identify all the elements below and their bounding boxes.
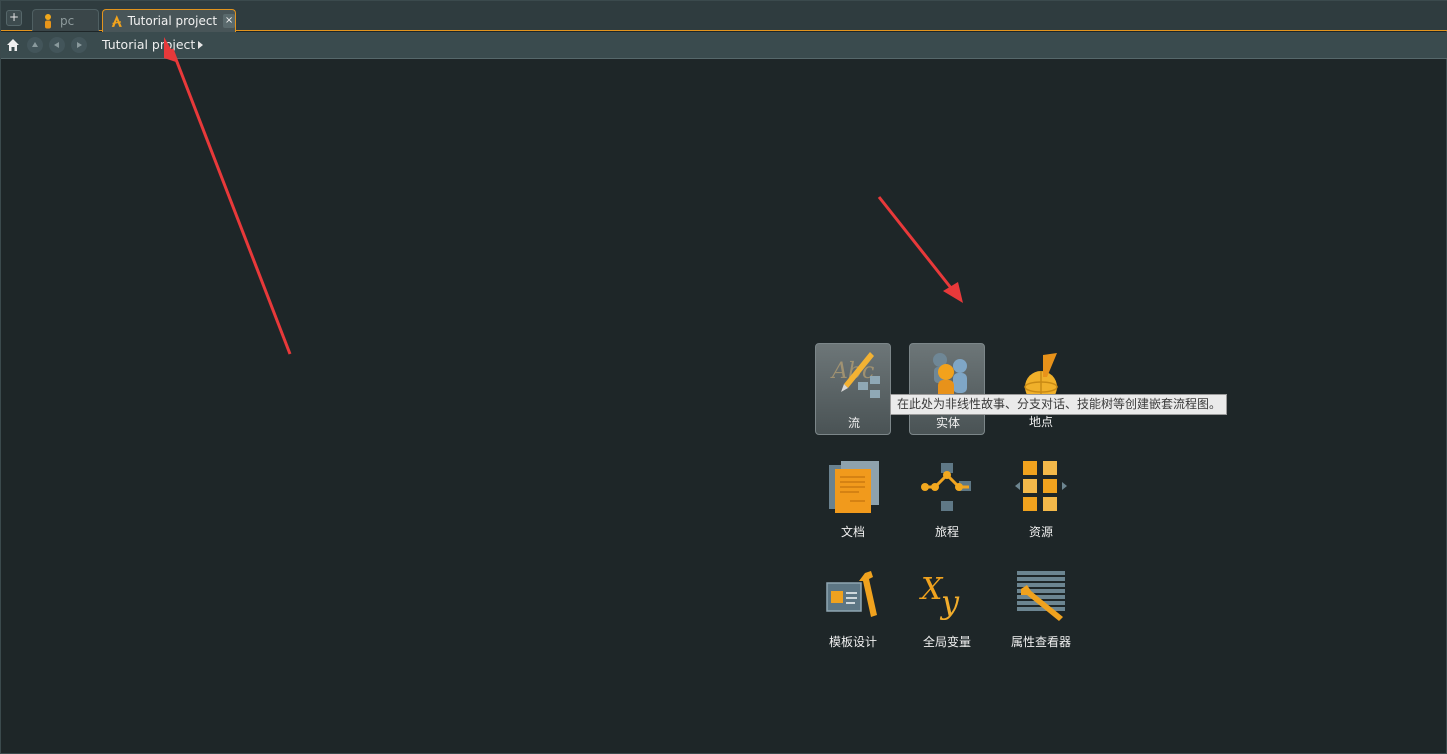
arrow-left-icon (54, 42, 59, 48)
annotation-arrow-to-tab (170, 48, 292, 355)
arrow-right-icon (77, 42, 82, 48)
launcher-item-label: 模板设计 (828, 635, 877, 649)
tab-label: pc (60, 13, 75, 28)
annotation-arrow-to-entities (877, 196, 957, 294)
launcher-item-documents[interactable]: 文档 (815, 453, 891, 545)
launcher-item-assets[interactable]: 资源 (1003, 453, 1079, 545)
add-tab-button[interactable]: + (6, 10, 22, 26)
launcher-item-journeys[interactable]: 旅程 (909, 453, 985, 545)
launcher-item-label: 流 (847, 416, 860, 430)
property-inspector-icon (1017, 571, 1065, 621)
arrow-up-icon (32, 42, 38, 47)
breadcrumb[interactable]: Tutorial project (102, 37, 195, 52)
navigate-up-button[interactable] (27, 37, 43, 53)
launcher-item-locations[interactable]: 地点 (1003, 343, 1079, 435)
launcher-item-flow[interactable]: Abc 流 (815, 343, 891, 435)
app-window: + pc Tutorial project × Tutorial project… (0, 0, 1447, 754)
home-icon (7, 39, 19, 51)
launcher-item-entities[interactable]: 实体 (909, 343, 985, 435)
journeys-icon (921, 463, 971, 511)
global-variables-icon: X y (919, 572, 960, 621)
navigation-toolbar: Tutorial project (1, 32, 1447, 59)
launcher-item-global-variables[interactable]: X y 全局变量 (909, 563, 985, 655)
launcher-item-label: 地点 (1028, 415, 1053, 429)
close-tab-button[interactable]: × (223, 14, 235, 28)
tab-label: Tutorial project (127, 14, 218, 28)
launcher-item-label: 属性查看器 (1010, 635, 1071, 649)
svg-text:y: y (939, 583, 960, 621)
launcher-item-property-inspector[interactable]: 属性查看器 (1003, 563, 1079, 655)
tooltip: 在此处为非线性故事、分支对话、技能树等创建嵌套流程图。 (890, 394, 1227, 415)
home-button[interactable] (5, 37, 21, 53)
tab-tutorial-project[interactable]: Tutorial project × (102, 9, 236, 32)
breadcrumb-expand-arrow[interactable] (198, 41, 203, 49)
project-logo-icon (111, 15, 122, 27)
tab-bar: + pc Tutorial project × (1, 1, 1447, 32)
launcher-item-label: 全局变量 (922, 635, 971, 649)
template-design-icon (826, 571, 877, 617)
forward-button[interactable] (71, 37, 87, 53)
launcher-item-label: 实体 (935, 416, 960, 430)
launcher-item-label: 文档 (840, 525, 865, 539)
person-icon (45, 13, 51, 28)
flow-icon: Abc (830, 352, 880, 398)
documents-icon (829, 461, 879, 513)
annotation-overlay (164, 37, 963, 355)
launcher-item-label: 资源 (1028, 525, 1053, 539)
annotation-arrowhead-to-entities (943, 282, 963, 303)
back-button[interactable] (49, 37, 65, 53)
launcher-item-label: 旅程 (934, 525, 959, 539)
tab-pc[interactable]: pc (32, 9, 99, 31)
launcher-item-template-design[interactable]: 模板设计 (815, 563, 891, 655)
assets-icon (1015, 461, 1067, 511)
